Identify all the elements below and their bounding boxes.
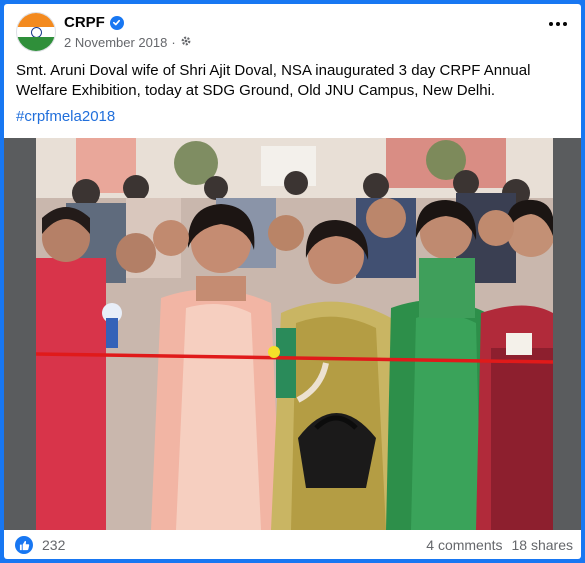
post-text: Smt. Aruni Doval wife of Shri Ajit Doval… — [16, 62, 531, 99]
facebook-post-card: CRPF 2 November 2018 · Smt. Aruni Doval … — [4, 4, 581, 559]
like-thumb-icon — [15, 536, 33, 554]
ribbon-cutting-photo — [36, 138, 553, 530]
hashtag-link[interactable]: #crpfmela2018 — [16, 108, 115, 125]
post-footer: 232 4 comments 18 shares — [4, 530, 581, 559]
page-avatar[interactable] — [16, 12, 56, 52]
page-name-link[interactable]: CRPF — [64, 14, 105, 31]
page-name-row: CRPF — [64, 14, 124, 31]
flag-green-band — [17, 37, 55, 51]
audience-gear-icon[interactable] — [180, 35, 192, 50]
more-options-icon[interactable] — [549, 22, 567, 26]
post-date-link[interactable]: 2 November 2018 — [64, 35, 167, 50]
flag-saffron-band — [17, 13, 55, 27]
post-photo[interactable] — [4, 138, 581, 530]
shares-count-link[interactable]: 18 shares — [512, 537, 573, 553]
engagement-stats: 4 comments 18 shares — [426, 537, 573, 553]
post-meta: 2 November 2018 · — [64, 35, 192, 50]
comments-count-link[interactable]: 4 comments — [426, 537, 502, 553]
verified-badge-icon — [109, 15, 124, 30]
meta-separator: · — [171, 35, 176, 50]
reaction-count[interactable]: 232 — [42, 537, 65, 553]
